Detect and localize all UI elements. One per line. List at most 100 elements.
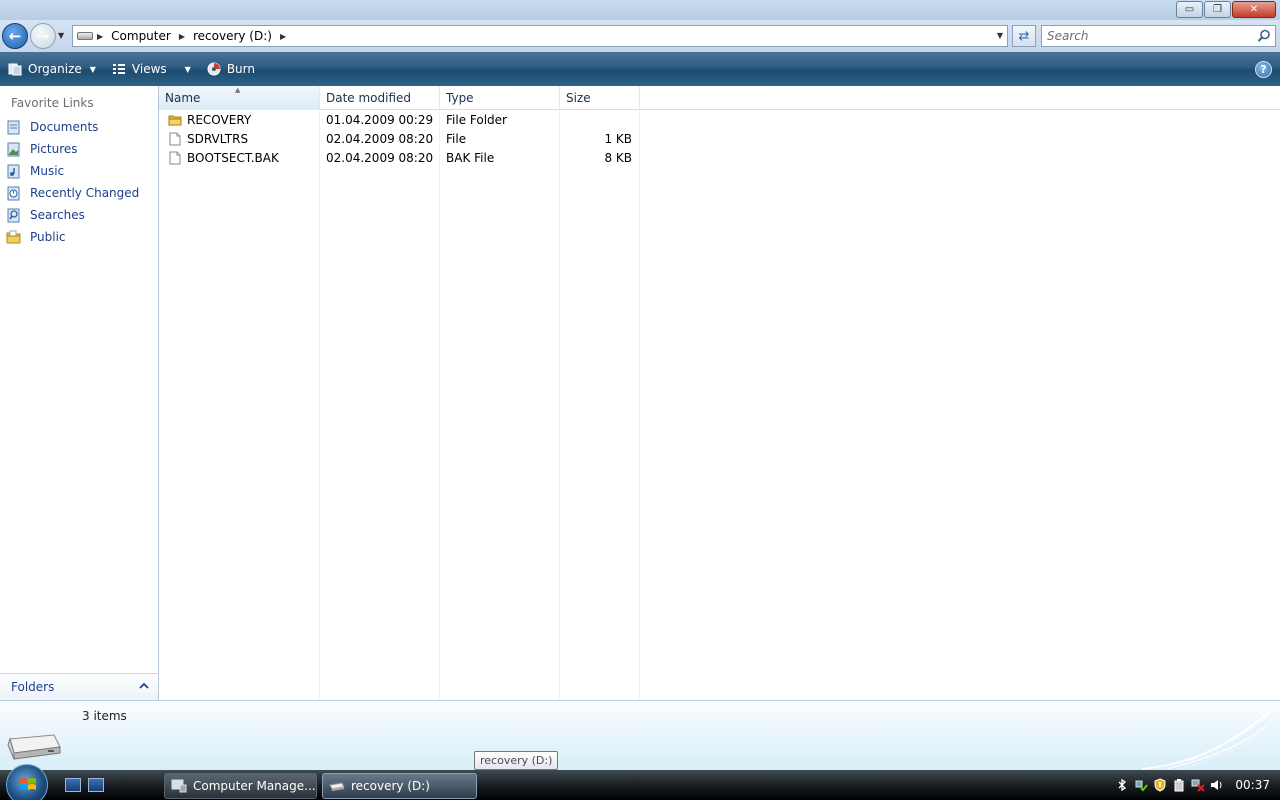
sidebar-item-public[interactable]: Public xyxy=(0,226,158,248)
column-header-label: Size xyxy=(566,91,591,105)
file-row-sdrvltrs[interactable]: SDRVLTRS 02.04.2009 08:20 File 1 KB xyxy=(159,129,639,148)
maximize-button[interactable]: ❐ xyxy=(1204,1,1231,18)
column-header-name[interactable]: ▲ Name xyxy=(159,86,320,110)
file-type: File xyxy=(446,131,467,146)
folders-label: Folders xyxy=(11,680,55,694)
file-icon xyxy=(169,151,181,164)
sidebar-item-label: Public xyxy=(30,230,66,244)
window-controls: ▭ ❐ ✕ xyxy=(1176,1,1276,18)
navigation-bar: ← → ▼ ▶ Computer ▶ recovery (D:) ▶ ▼ ⇄ xyxy=(0,20,1280,52)
forward-button[interactable]: → xyxy=(30,23,56,49)
hard-drive-icon xyxy=(7,734,61,760)
file-type: File Folder xyxy=(446,112,507,127)
windows-logo-icon xyxy=(20,778,36,790)
volume-icon[interactable] xyxy=(1210,778,1224,792)
organize-label: Organize xyxy=(28,62,82,76)
views-icon xyxy=(112,64,125,74)
file-name: RECOVERY xyxy=(187,112,252,127)
search-icon[interactable] xyxy=(1257,29,1271,43)
power-icon[interactable] xyxy=(1172,778,1186,792)
sidebar-item-music[interactable]: Music xyxy=(0,160,158,182)
refresh-icon: ⇄ xyxy=(1018,28,1030,44)
sidebar-item-documents[interactable]: Documents xyxy=(0,116,158,138)
drive-icon xyxy=(77,32,93,40)
breadcrumb-separator-icon[interactable]: ▶ xyxy=(276,32,290,41)
views-button[interactable]: Views ▼ xyxy=(104,52,199,86)
favorite-links-heading: Favorite Links xyxy=(11,96,94,110)
column-header-date-modified[interactable]: Date modified xyxy=(320,86,440,110)
sidebar-item-pictures[interactable]: Pictures xyxy=(0,138,158,160)
start-button[interactable] xyxy=(6,764,48,800)
network-check-icon[interactable] xyxy=(1134,778,1149,792)
column-header-size[interactable]: Size xyxy=(560,86,640,110)
column-divider xyxy=(439,110,440,700)
file-date: 02.04.2009 08:20 xyxy=(326,131,434,146)
title-bar: ▭ ❐ ✕ xyxy=(0,0,1280,20)
chevron-down-icon: ▼ xyxy=(89,64,96,74)
column-headers: ▲ Name Date modified Type Size xyxy=(159,86,1280,110)
column-divider xyxy=(319,110,320,700)
address-dropdown-icon[interactable]: ▼ xyxy=(997,31,1003,40)
show-desktop-icon[interactable] xyxy=(65,778,81,792)
back-button[interactable]: ← xyxy=(2,23,28,49)
file-row-bootsect-bak[interactable]: BOOTSECT.BAK 02.04.2009 08:20 BAK File 8… xyxy=(159,148,639,167)
switch-windows-icon[interactable] xyxy=(88,778,104,792)
organize-button[interactable]: Organize ▼ xyxy=(0,52,104,86)
decorative-swoosh xyxy=(1142,710,1271,770)
breadcrumb-separator-icon[interactable]: ▶ xyxy=(175,32,189,41)
taskbar-item-computer-management[interactable]: Computer Manage... xyxy=(164,773,317,799)
column-header-label: Date modified xyxy=(326,91,412,105)
system-tray: 00:37 xyxy=(1115,770,1280,800)
sidebar-item-label: Searches xyxy=(30,208,85,222)
search-box[interactable] xyxy=(1041,25,1276,47)
sidebar-item-label: Music xyxy=(30,164,65,178)
taskbar: Computer Manage... recovery (D:) 00:37 xyxy=(0,764,1280,800)
recent-pages-dropdown[interactable]: ▼ xyxy=(58,31,64,40)
close-button[interactable]: ✕ xyxy=(1232,1,1276,18)
folders-toggle[interactable]: Folders xyxy=(0,673,158,700)
details-pane: 3 items xyxy=(0,700,1280,770)
breadcrumb-recovery-drive[interactable]: recovery (D:) xyxy=(189,26,276,46)
music-icon xyxy=(7,164,20,179)
bluetooth-icon[interactable] xyxy=(1115,778,1129,792)
item-count: 3 items xyxy=(82,709,127,723)
sidebar-item-label: Documents xyxy=(30,120,99,134)
file-type: BAK File xyxy=(446,150,495,165)
breadcrumb-computer[interactable]: Computer xyxy=(107,26,175,46)
help-icon[interactable]: ? xyxy=(1255,61,1272,78)
column-header-label: Type xyxy=(446,91,474,105)
minimize-button[interactable]: ▭ xyxy=(1176,1,1203,18)
file-size xyxy=(560,110,632,129)
pictures-icon xyxy=(7,142,20,157)
clock[interactable]: 00:37 xyxy=(1235,778,1270,792)
favorite-links-list: Documents Pictures Music Recently Change… xyxy=(0,116,158,248)
file-date: 01.04.2009 00:29 xyxy=(326,112,434,127)
file-size: 1 KB xyxy=(604,131,632,146)
navigation-pane: Favorite Links Documents Pictures Music xyxy=(0,86,159,700)
security-shield-icon[interactable] xyxy=(1153,778,1167,792)
column-divider xyxy=(559,110,560,700)
back-arrow-icon: ← xyxy=(8,27,22,45)
drive-icon xyxy=(329,782,345,791)
burn-disc-icon xyxy=(207,62,221,76)
refresh-button[interactable]: ⇄ xyxy=(1012,25,1036,47)
sidebar-item-recently-changed[interactable]: Recently Changed xyxy=(0,182,158,204)
search-input[interactable] xyxy=(1047,29,1247,43)
taskbar-item-recovery-drive[interactable]: recovery (D:) xyxy=(322,773,477,799)
column-header-type[interactable]: Type xyxy=(440,86,560,110)
taskbar-item-label: recovery (D:) xyxy=(351,779,430,793)
address-bar[interactable]: ▶ Computer ▶ recovery (D:) ▶ ▼ xyxy=(72,25,1008,47)
breadcrumb-separator-icon[interactable]: ▶ xyxy=(93,32,107,41)
file-name: SDRVLTRS xyxy=(187,131,249,146)
views-label: Views xyxy=(131,62,167,76)
file-date: 02.04.2009 08:20 xyxy=(326,150,434,165)
file-row-recovery[interactable]: RECOVERY 01.04.2009 00:29 File Folder xyxy=(159,110,639,129)
network-disconnected-icon[interactable] xyxy=(1191,778,1206,792)
taskbar-tooltip: recovery (D:) xyxy=(474,751,559,770)
chevron-down-icon: ▼ xyxy=(184,64,191,74)
sidebar-item-searches[interactable]: Searches xyxy=(0,204,158,226)
public-folder-icon xyxy=(6,230,21,244)
file-list: ▲ Name Date modified Type Size RECOVERY … xyxy=(159,86,1280,700)
burn-button[interactable]: Burn xyxy=(199,52,263,86)
organize-icon xyxy=(8,63,22,76)
